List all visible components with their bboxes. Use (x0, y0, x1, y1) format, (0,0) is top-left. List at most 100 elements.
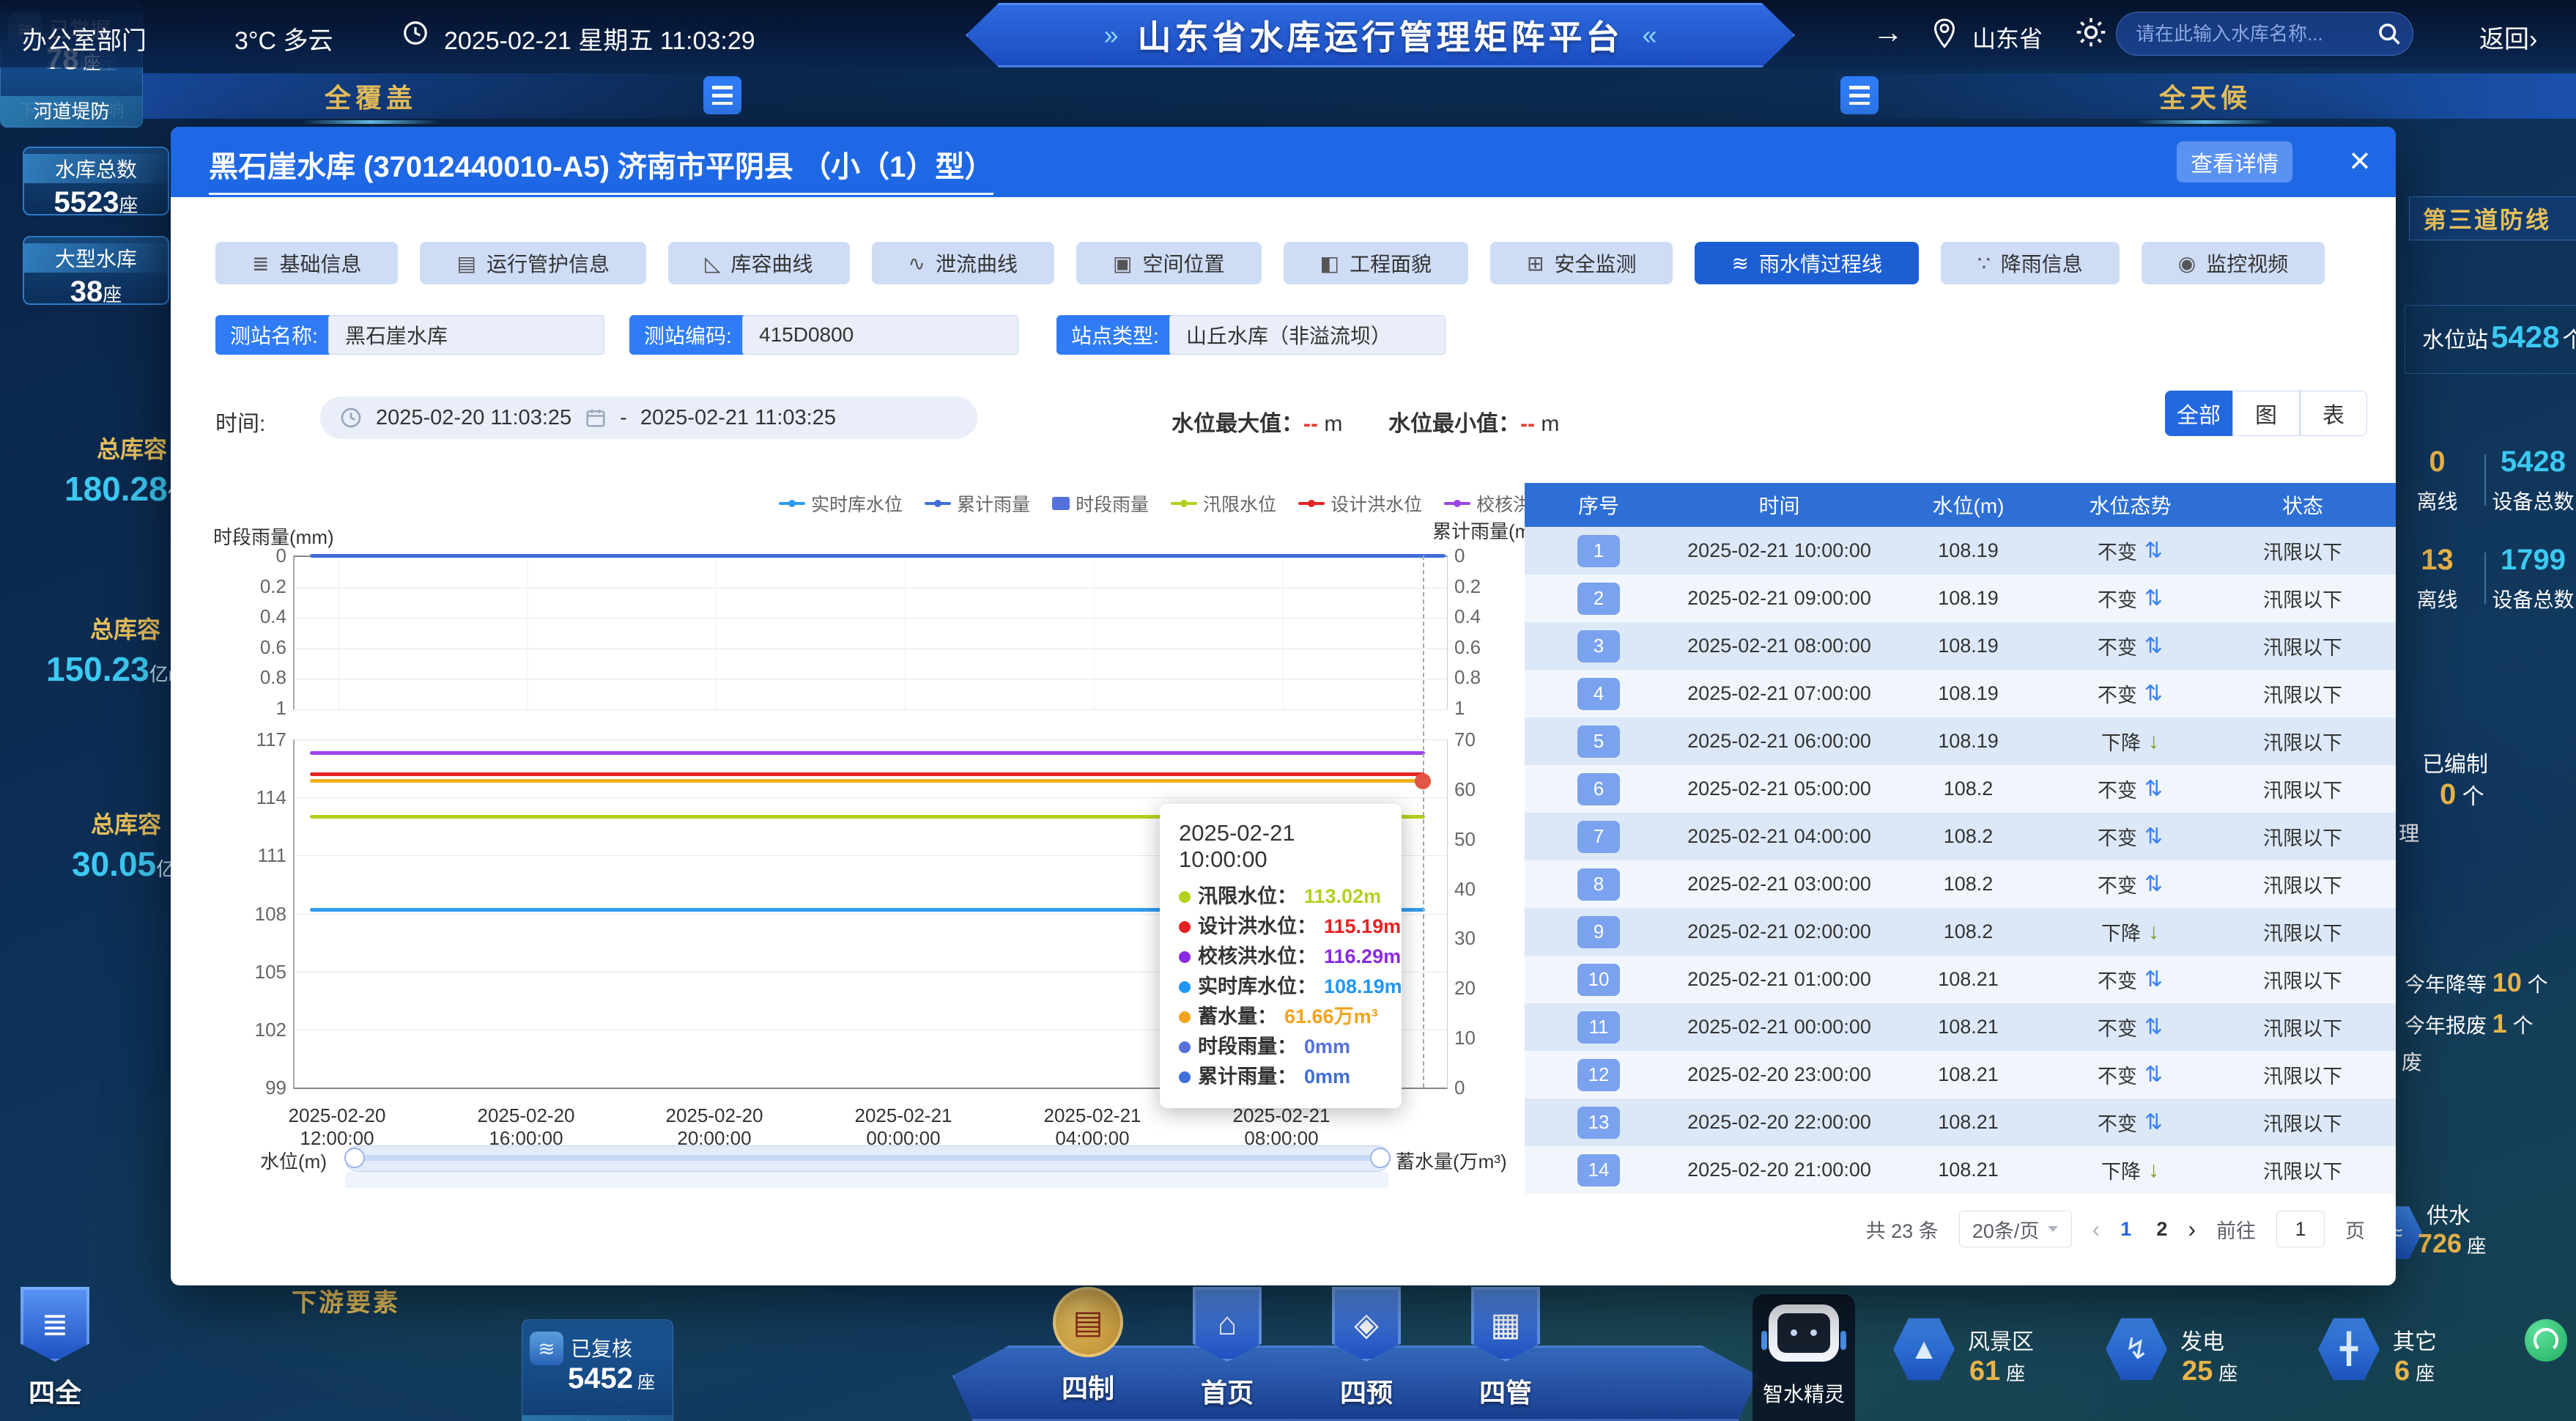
table-row[interactable]: 12025-02-21 10:00:00108.19不变⇅汛限以下 (1525, 527, 2396, 575)
end-date-value[interactable]: 2025-02-21 11:03:25 (640, 406, 836, 430)
view-button-全部[interactable]: 全部 (2165, 391, 2232, 436)
tab-工程面貌[interactable]: ◧工程面貌 (1284, 242, 1468, 284)
legend-line-marker (1298, 502, 1325, 505)
function-card[interactable]: ↯发电25座 (2106, 1309, 2303, 1404)
form-value-field[interactable]: 山丘水库（非溢流坝） (1169, 315, 1446, 355)
page-button-2[interactable]: 2 (2156, 1218, 2167, 1241)
back-button[interactable]: 返回› (2479, 19, 2537, 55)
table-row[interactable]: 82025-02-21 03:00:00108.2不变⇅汛限以下 (1525, 860, 2396, 908)
row-index-cell: 5 (1525, 726, 1673, 758)
level-cell: 108.2 (1886, 920, 2051, 943)
tooltip-marker (1179, 951, 1191, 963)
table-body: 12025-02-21 10:00:00108.19不变⇅汛限以下22025-0… (1525, 527, 2396, 1194)
row-index-badge: 2 (1577, 583, 1620, 615)
defense-line-header: 第三道防线 (2409, 196, 2576, 240)
table-row[interactable]: 62025-02-21 05:00:00108.2不变⇅汛限以下 (1525, 765, 2396, 813)
function-card[interactable]: ▲风景区61座 (1893, 1309, 2091, 1404)
search-box[interactable] (2116, 12, 2413, 56)
reservoir-stat-card[interactable]: 水库总数5523座 (23, 147, 169, 215)
tab-基础信息[interactable]: ≣基础信息 (215, 242, 398, 284)
table-row[interactable]: 72025-02-21 04:00:00108.2不变⇅汛限以下 (1525, 813, 2396, 860)
table-row[interactable]: 122025-02-20 23:00:00108.21不变⇅汛限以下 (1525, 1051, 2396, 1099)
level-cell: 108.19 (1886, 682, 2051, 705)
page-button-1[interactable]: 1 (2120, 1218, 2131, 1241)
function-card[interactable]: ╋其它6座 (2318, 1309, 2516, 1404)
date-range-picker[interactable]: 2025-02-20 11:03:25 - 2025-02-21 11:03:2… (320, 396, 977, 439)
slider-handle-right[interactable] (1370, 1148, 1391, 1168)
view-button-图[interactable]: 图 (2232, 391, 2300, 436)
tab-label: 库容曲线 (731, 248, 813, 278)
row-index-cell: 4 (1525, 678, 1673, 710)
table-row[interactable]: 52025-02-21 06:00:00108.19下降↓汛限以下 (1525, 717, 2396, 765)
nav-item-首页[interactable]: ⌂首页 (1172, 1287, 1282, 1410)
legend-item[interactable]: 时段雨量 (1052, 490, 1149, 517)
legend-item[interactable]: 实时库水位 (779, 490, 903, 517)
search-icon[interactable] (2376, 21, 2402, 47)
nav-item-四制[interactable]: ▤四制 (1033, 1287, 1143, 1406)
close-icon[interactable]: × (2336, 137, 2383, 184)
column-header: 状态 (2210, 490, 2396, 520)
tab-泄流曲线[interactable]: ∿泄流曲线 (872, 242, 1054, 284)
page-size-select[interactable]: 20条/页 (1959, 1211, 2072, 1247)
start-date-value[interactable]: 2025-02-20 11:03:25 (376, 406, 571, 430)
axis-tick: 20 (1454, 977, 1528, 1000)
tab-雨水情过程线[interactable]: ≋雨水情过程线 (1695, 242, 1918, 284)
form-value-field[interactable]: 415D0800 (742, 315, 1018, 355)
table-row[interactable]: 22025-02-21 09:00:00108.19不变⇅汛限以下 (1525, 575, 2396, 622)
form-value-field[interactable]: 黑石崖水库 (328, 315, 604, 355)
region-label[interactable]: 山东省 (1972, 21, 2043, 54)
table-row[interactable]: 142025-02-20 21:00:00108.21下降↓汛限以下 (1525, 1146, 2396, 1194)
trend-text: 不变 (2098, 584, 2137, 613)
arrows-updown-icon: ⇅ (2144, 1110, 2163, 1135)
tab-监控视频[interactable]: ◉监控视频 (2142, 242, 2325, 284)
slider-handle-left[interactable] (344, 1148, 365, 1168)
tab-库容曲线[interactable]: ◺库容曲线 (668, 242, 850, 284)
left-menu-icon[interactable] (703, 76, 741, 114)
legend-item[interactable]: 设计洪水位 (1298, 490, 1422, 517)
rainfall-chart[interactable] (293, 556, 1448, 709)
x-axis-tick-label: 2025-02-20 20:00:00 (626, 1104, 802, 1150)
legend-item[interactable]: 汛限水位 (1171, 490, 1276, 517)
view-detail-button[interactable]: 查看详情 (2177, 141, 2292, 182)
status-cell: 汛限以下 (2210, 632, 2396, 660)
view-button-表[interactable]: 表 (2300, 391, 2367, 436)
table-row[interactable]: 92025-02-21 02:00:00108.2下降↓汛限以下 (1525, 908, 2396, 956)
reservoir-stat-card[interactable]: 大型水库38座 (23, 236, 169, 305)
series-设计洪水位 (310, 772, 1425, 776)
tab-空间位置[interactable]: ▣空间位置 (1076, 242, 1261, 284)
floating-service-button[interactable] (2525, 1319, 2567, 1362)
right-section-title[interactable]: 全天候 (2159, 77, 2251, 115)
chart-hover-dot (1415, 773, 1431, 789)
status-card[interactable]: ≋已复核5452座库容曲线 (522, 1319, 673, 1421)
status-cell: 汛限以下 (2210, 918, 2396, 946)
function-label: 发电 (2180, 1324, 2224, 1356)
tab-运行管护信息[interactable]: ▤运行管护信息 (420, 242, 645, 284)
table-row[interactable]: 32025-02-21 08:00:00108.19不变⇅汛限以下 (1525, 622, 2396, 670)
legend-item[interactable]: 累计雨量 (925, 490, 1030, 517)
arrows-updown-icon: ⇅ (2144, 776, 2163, 802)
nav-item-四管[interactable]: ▦四管 (1451, 1287, 1561, 1410)
next-page-button[interactable]: › (2188, 1216, 2196, 1243)
goto-page-input[interactable]: 1 (2276, 1211, 2325, 1247)
assistant-widget[interactable]: 智水精灵 (1753, 1294, 1855, 1421)
tab-降雨信息[interactable]: ∵降雨信息 (1941, 242, 2120, 284)
table-row[interactable]: 42025-02-21 07:00:00108.19不变⇅汛限以下 (1525, 670, 2396, 717)
prev-page-button[interactable]: ‹ (2092, 1216, 2101, 1243)
tab-安全监测[interactable]: ⊞安全监测 (1490, 242, 1673, 284)
tooltip-value: 61.66万m³ (1284, 1002, 1378, 1032)
search-input[interactable] (2134, 15, 2372, 52)
modal-title[interactable]: 黑石崖水库 (37012440010-A5) 济南市平阴县 （小（1）型） (209, 143, 993, 195)
downstream-header[interactable]: 下游要素 (292, 1282, 400, 1318)
table-row[interactable]: 102025-02-21 01:00:00108.21不变⇅汛限以下 (1525, 956, 2396, 1003)
nav-item-四预[interactable]: ◈四预 (1311, 1287, 1421, 1410)
gear-icon[interactable] (2075, 16, 2107, 48)
offline-label: 离线 (2390, 584, 2484, 613)
nav-item-四全[interactable]: ≣四全 (0, 1287, 110, 1410)
table-row[interactable]: 132025-02-20 22:00:00108.21不变⇅汛限以下 (1525, 1099, 2396, 1146)
table-row[interactable]: 112025-02-21 00:00:00108.21不变⇅汛限以下 (1525, 1003, 2396, 1051)
left-section-title[interactable]: 全覆盖 (325, 77, 417, 115)
location-pin-icon[interactable] (1931, 18, 1958, 50)
data-zoom-slider[interactable] (345, 1145, 1390, 1172)
arrow-right-icon[interactable]: → (1873, 15, 1903, 50)
right-menu-icon[interactable] (1840, 76, 1879, 114)
